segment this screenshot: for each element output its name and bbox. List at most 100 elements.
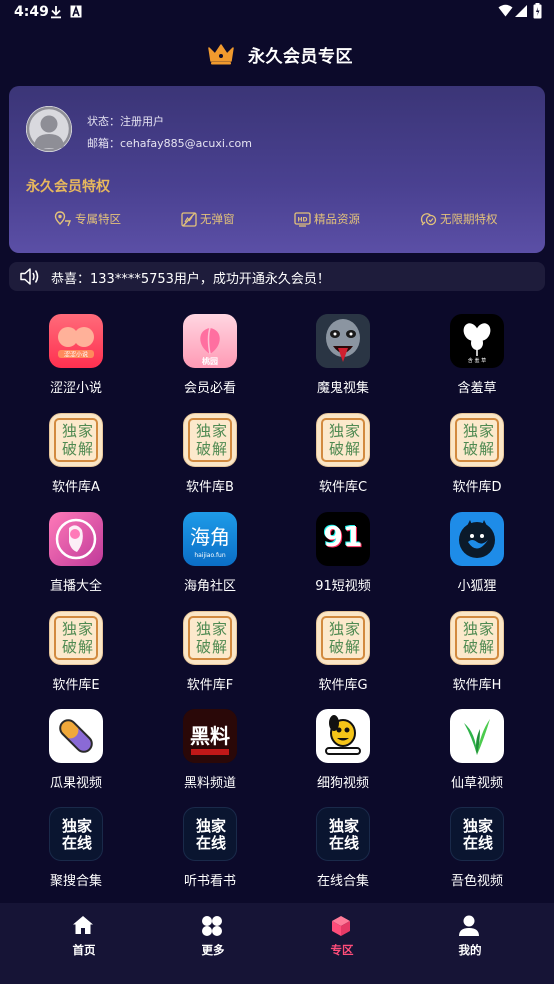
app-label: 软件库E	[52, 678, 100, 693]
app-item[interactable]: 魔鬼视集	[283, 314, 403, 406]
hd-icon: HD	[294, 211, 311, 227]
app-item[interactable]: 直播大全	[16, 512, 136, 604]
default-avatar-icon	[26, 106, 72, 152]
app-item[interactable]: 独家 在线 听书看书	[150, 807, 270, 899]
demon-icon	[316, 314, 370, 368]
cube-icon	[332, 916, 350, 936]
app-item[interactable]: 独家 破解 软件库E	[16, 611, 136, 703]
app-item[interactable]: 独家 在线 吾色视频	[417, 807, 537, 899]
privilege-title: 永久会员特权	[26, 179, 110, 195]
perk-no-popup: 无弹窗	[181, 211, 235, 227]
app-item[interactable]: 91 91 91 91短视频	[283, 512, 403, 604]
app-item[interactable]: 独家 破解 软件库H	[417, 611, 537, 703]
dog-icon	[316, 709, 370, 763]
user-icon	[459, 915, 479, 936]
status-time: 4:49	[14, 4, 49, 20]
crack-icon: 独家 破解	[316, 611, 370, 665]
app-item[interactable]: 独家 破解 软件库B	[150, 413, 270, 505]
screen: 4:49 永久会员专区 状态：注册用户 邮箱：cehafay885@acuxi.…	[0, 0, 554, 984]
online-icon: 独家 在线	[49, 807, 103, 861]
online-icon: 独家 在线	[450, 807, 504, 861]
svg-text:91: 91	[324, 520, 363, 553]
nav-label: 更多	[201, 943, 225, 957]
home-icon	[73, 916, 93, 934]
app-item[interactable]: 仙草视频	[417, 709, 537, 801]
app-label: 含羞草	[457, 381, 497, 396]
svg-text:haijiao.fun: haijiao.fun	[194, 552, 226, 559]
nav-item-home[interactable]: 首页	[24, 903, 144, 984]
wifi-icon	[498, 4, 513, 17]
crack-icon: 独家 破解	[183, 611, 237, 665]
app-item[interactable]: 独家 破解 软件库C	[283, 413, 403, 505]
app-label: 软件库G	[318, 678, 368, 693]
app-item[interactable]: 涩涩小说 涩涩小说	[16, 314, 136, 406]
svg-text:桃园: 桃园	[202, 356, 218, 366]
signal-icon	[515, 5, 527, 17]
app-item[interactable]: 独家 破解 软件库F	[150, 611, 270, 703]
bottom-nav: 首页 更多 专区 我的	[0, 903, 554, 984]
app-label: 听书看书	[183, 874, 236, 889]
app-item[interactable]: 独家 破解 软件库D	[417, 413, 537, 505]
online-icon: 独家 在线	[183, 807, 237, 861]
perk-exclusive-zone: 专属特区	[54, 211, 121, 227]
avatar[interactable]	[26, 106, 72, 152]
app-label: 聚搜合集	[49, 874, 102, 889]
app-label: 黑料频道	[183, 776, 236, 791]
app-item[interactable]: 小狐狸	[417, 512, 537, 604]
app-item[interactable]: 桃园 会员必看	[150, 314, 270, 406]
nav-item-profile[interactable]: 我的	[410, 903, 530, 984]
app-item[interactable]: 海角 haijiao.fun 海角社区	[150, 512, 270, 604]
status-bar: 4:49	[0, 0, 554, 26]
download-icon	[51, 6, 61, 19]
novel-icon: 涩涩小说	[49, 314, 103, 368]
accessibility-a-icon	[70, 5, 82, 18]
app-item[interactable]: 瓜果视频	[16, 709, 136, 801]
crack-icon: 独家 破解	[450, 413, 504, 467]
crack-icon: 独家 破解	[316, 413, 370, 467]
app-item[interactable]: 独家 破解 软件库G	[283, 611, 403, 703]
svg-text:含 羞 草: 含 羞 草	[468, 357, 486, 364]
app-label: 软件库D	[452, 480, 502, 495]
app-label: 软件库C	[318, 480, 368, 495]
location-icon	[54, 211, 72, 227]
notice-text: 恭喜：133****5753用户，成功开通永久会员！	[51, 272, 330, 287]
perk-label: 无限期特权	[440, 212, 498, 226]
perk-unlimited: 无限期特权	[420, 211, 498, 227]
crack-icon: 独家 破解	[49, 413, 103, 467]
perk-premium-resources: HD 精品资源	[294, 211, 360, 227]
online-icon: 独家 在线	[316, 807, 370, 861]
app-item[interactable]: 独家 在线 在线合集	[283, 807, 403, 899]
infinite-icon	[420, 213, 437, 226]
app-item[interactable]: 独家 破解 软件库A	[16, 413, 136, 505]
crown-icon	[208, 44, 234, 65]
svg-text:海角: 海角	[190, 525, 230, 549]
grass-icon	[450, 709, 504, 763]
heiliao-icon: 黑料	[183, 709, 237, 763]
app-label: 在线合集	[316, 874, 369, 889]
battery-icon	[533, 3, 542, 19]
app-label: 直播大全	[49, 579, 102, 594]
svg-text:涩涩小说: 涩涩小说	[64, 351, 88, 359]
no-popup-icon	[181, 211, 197, 227]
nav-item-more[interactable]: 更多	[153, 903, 273, 984]
app-label: 小狐狸	[457, 579, 497, 594]
app-item[interactable]: 细狗视频	[283, 709, 403, 801]
app-item[interactable]: 独家 在线 聚搜合集	[16, 807, 136, 899]
perk-label: 精品资源	[314, 212, 360, 226]
app-label: 涩涩小说	[49, 381, 102, 396]
user-status: 状态：注册用户	[87, 115, 164, 128]
app-item[interactable]: 黑料 黑料频道	[150, 709, 270, 801]
video-91-icon: 91 91 91	[316, 512, 370, 566]
page-title: 永久会员专区	[248, 47, 353, 67]
nav-label: 专区	[330, 943, 354, 957]
peach-icon: 桃园	[183, 314, 237, 368]
nav-label: 首页	[72, 943, 96, 957]
crack-icon: 独家 破解	[49, 611, 103, 665]
app-label: 海角社区	[183, 579, 236, 594]
app-label: 仙草视频	[450, 776, 503, 791]
haijiao-icon: 海角 haijiao.fun	[183, 512, 237, 566]
app-item[interactable]: 含 羞 草 含羞草	[417, 314, 537, 406]
speaker-icon	[20, 268, 39, 285]
nav-item-zone[interactable]: 专区	[282, 903, 402, 984]
app-label: 软件库A	[52, 480, 100, 495]
